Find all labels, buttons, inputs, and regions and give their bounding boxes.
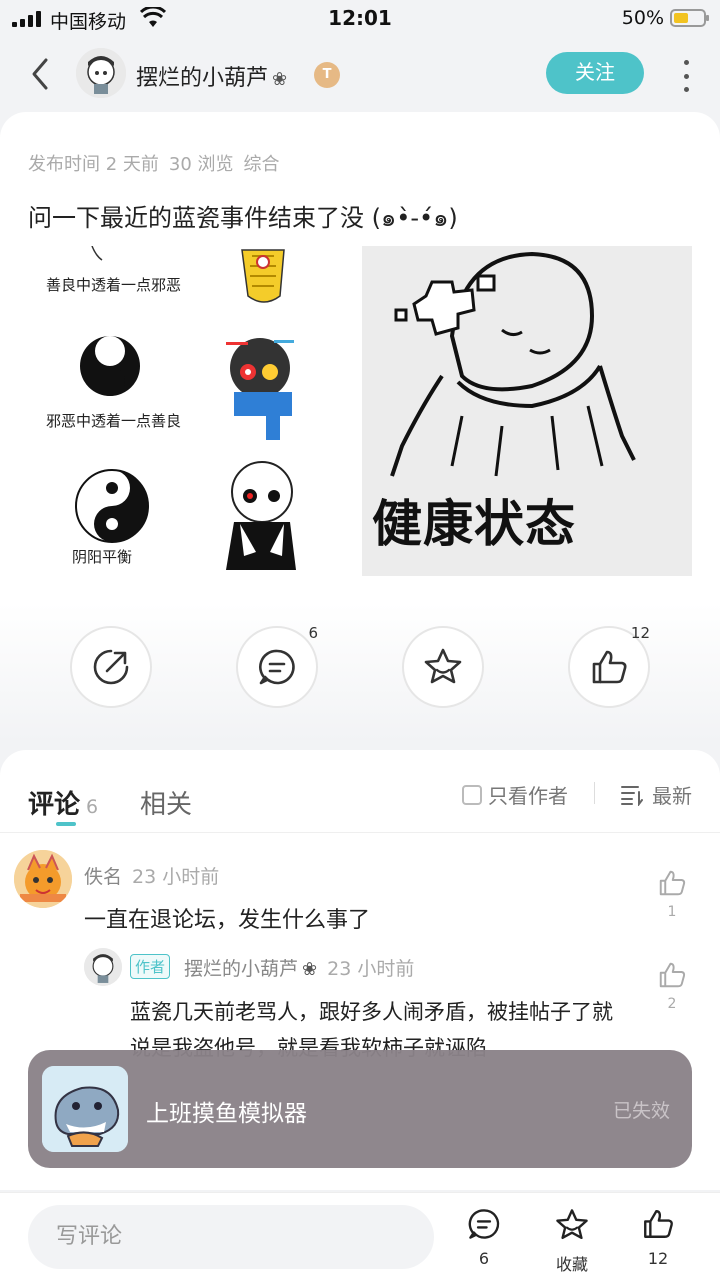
post-meta: 发布时间 2 天前 30 浏览 综合 [28,150,290,176]
bottom-comment-count: 6 [478,1249,490,1268]
divider [594,782,595,804]
tab-comments[interactable]: 评论 6 [28,784,98,821]
back-button[interactable] [22,54,62,94]
star-icon [424,648,462,684]
mini-program-status: 已失效 [612,1100,670,1122]
sort-icon [621,785,643,806]
flower-icon: ❀ [302,959,318,980]
comment-icon [259,649,295,685]
checkbox-icon[interactable] [462,784,482,805]
author-badge: 作者 [130,954,171,979]
mini-program-title: 上班摸鱼模拟器 [146,1101,307,1127]
post-category: 综合 [243,154,280,175]
author-only-toggle[interactable]: 只看作者 [462,780,568,809]
bottom-like-button[interactable]: 12 [628,1207,688,1268]
thumbs-up-icon [659,870,686,896]
bottom-comment-button[interactable]: 6 [454,1207,514,1268]
post-header: 摆烂的小葫芦 ❀ T 关注 [0,40,720,112]
back-arrow-icon [32,58,48,90]
comment-input[interactable]: 写评论 [28,1205,434,1269]
flower-icon: ❀ [272,69,288,90]
bottom-collect-label: 收藏 [555,1255,588,1274]
reply-author[interactable]: 摆烂的小葫芦 ❀ 23 小时前 [184,954,414,981]
author-avatar[interactable] [76,48,126,98]
meme-caption: 健康状态 [372,495,576,553]
publish-time: 发布时间 2 天前 [28,154,159,175]
author-name[interactable]: 摆烂的小葫芦 ❀ [136,60,287,92]
more-dots-icon [683,60,689,65]
comment-count: 6 [308,624,318,642]
bottom-bar: 写评论 6 收藏 12 [0,1192,720,1280]
meme-label-2: 邪恶中透着一点善良 [46,412,182,430]
post-image-yinyang-meme[interactable]: 善良中透着一点邪恶 邪恶中透着一点善良 阴阳平衡 [30,246,352,576]
tab-comment-count: 6 [86,796,99,818]
tab-related[interactable]: 相关 [140,784,192,821]
star-icon [556,1209,588,1240]
like-count: 12 [630,624,650,642]
share-icon [93,649,129,685]
shark-app-icon [42,1066,128,1152]
collect-button[interactable] [402,626,484,708]
meme-label-3: 阴阳平衡 [72,548,133,566]
level-badge: T [314,62,340,88]
sort-button[interactable]: 最新 [620,780,692,809]
bottom-like-count: 12 [647,1249,669,1268]
mini-program-card[interactable]: 上班摸鱼模拟器 已失效 [28,1050,692,1168]
more-button[interactable] [676,56,696,96]
thumbs-up-icon [592,650,627,684]
battery-percent: 50% [621,7,664,29]
status-bar: 中国移动 12:01 50% [0,0,720,40]
follow-button[interactable]: 关注 [546,52,644,94]
comment-button[interactable]: 6 [236,624,318,708]
comment-author[interactable]: 佚名 23 小时前 [84,862,219,889]
reply-time: 23 小时前 [327,958,415,980]
clock: 12:01 [328,6,392,30]
share-button[interactable] [70,626,152,708]
reply-like-button[interactable]: 2 [654,960,690,1012]
tab-active-indicator [56,822,76,826]
tabs-divider [0,832,720,833]
meme-label-1: 善良中透着一点邪恶 [46,276,182,294]
thumbs-up-icon [644,1210,673,1238]
reply-like-count: 2 [667,996,677,1012]
post-title: 问一下最近的蓝瓷事件结束了没 (๑•̀-•́๑) [28,204,458,232]
post-image-health-meme[interactable]: 健康状态 [362,246,692,576]
like-button[interactable]: 12 [568,624,650,708]
view-count: 30 浏览 [168,154,234,175]
thumbs-up-icon [659,962,686,988]
battery-icon [670,9,709,27]
comment-time: 23 小时前 [132,866,220,888]
commenter-avatar[interactable] [14,850,72,908]
comment-like-count: 1 [667,904,677,920]
post-actions: 6 12 [0,624,720,710]
bottom-collect-button[interactable]: 收藏 [542,1207,602,1275]
comment-like-button[interactable]: 1 [654,868,690,920]
comment-icon [468,1209,500,1239]
comment-text: 一直在退论坛，发生什么事了 [84,908,371,933]
reply-avatar[interactable] [84,948,122,986]
